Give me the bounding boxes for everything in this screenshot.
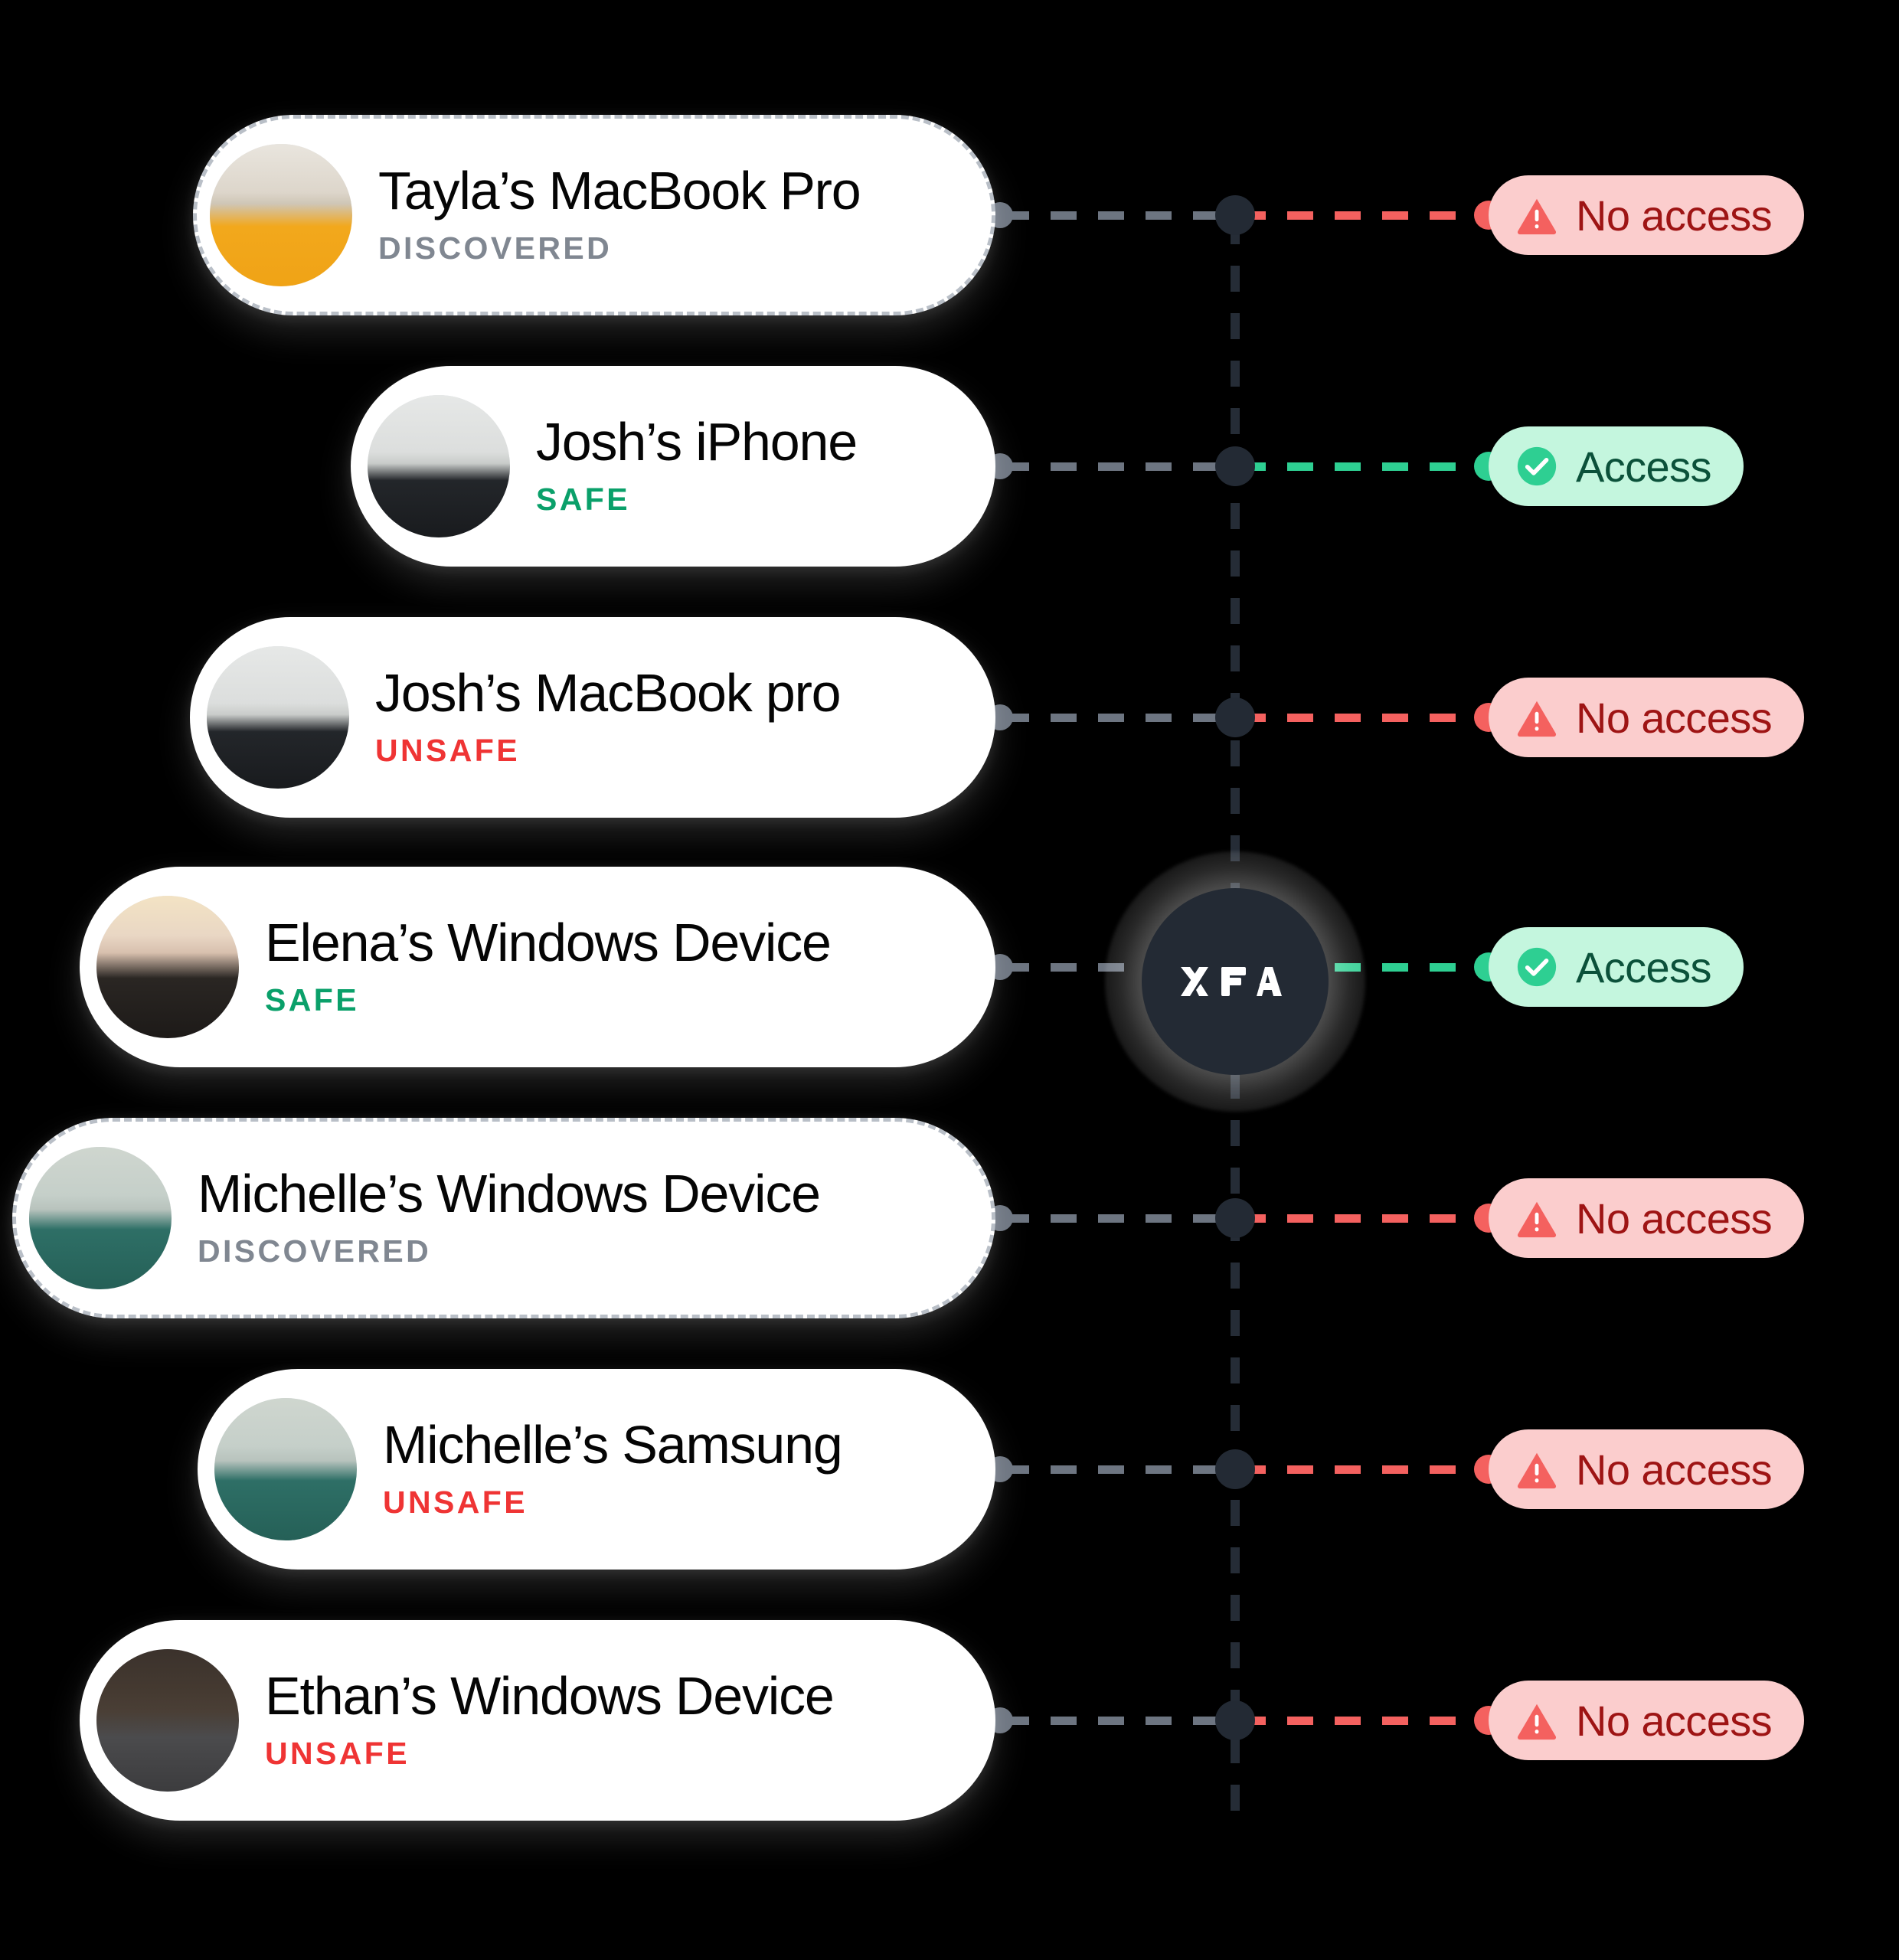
access-status-label: No access	[1576, 191, 1773, 240]
connector-line-hub-to-badge	[1240, 1465, 1489, 1474]
connector-node-dot	[1215, 697, 1255, 737]
connector-line-device-to-hub	[1003, 1465, 1235, 1474]
device-name: Elena’s Windows Device	[265, 912, 832, 972]
warning-triangle-icon	[1517, 701, 1557, 737]
avatar-tayla	[210, 144, 352, 286]
device-card-text: Josh’s MacBook pro UNSAFE	[349, 662, 871, 769]
warning-triangle-icon	[1517, 198, 1557, 235]
connector-node-dot	[1215, 1700, 1255, 1740]
device-name: Michelle’s Samsung	[383, 1414, 843, 1475]
hub-core	[1142, 888, 1329, 1075]
device-card-text: Josh’s iPhone SAFE	[510, 411, 887, 518]
device-card-text: Tayla’s MacBook Pro DISCOVERED	[352, 160, 891, 266]
device-card[interactable]: Michelle’s Windows Device DISCOVERED	[12, 1118, 995, 1318]
connector-line-hub-to-badge	[1240, 462, 1489, 471]
device-status-label: SAFE	[265, 982, 359, 1018]
connector-line-device-to-hub	[1003, 462, 1235, 471]
connector-node-dot	[1215, 195, 1255, 235]
connector-node-dot	[1215, 446, 1255, 486]
connector-line-hub-to-badge	[1240, 1717, 1489, 1725]
access-status-label: Access	[1576, 942, 1712, 991]
device-card[interactable]: Josh’s iPhone SAFE	[351, 366, 995, 567]
xfa-logo-icon	[1181, 967, 1282, 996]
device-status-label: UNSAFE	[383, 1485, 528, 1521]
device-card-text: Michelle’s Windows Device DISCOVERED	[172, 1163, 851, 1269]
avatar-ethan	[96, 1649, 239, 1792]
access-status-badge[interactable]: No access	[1489, 1178, 1805, 1258]
warning-triangle-icon	[1517, 1452, 1557, 1489]
avatar-josh	[368, 395, 510, 537]
connector-line-device-to-hub	[1003, 714, 1235, 722]
device-card[interactable]: Elena’s Windows Device SAFE	[80, 867, 995, 1067]
device-status-label: DISCOVERED	[198, 1233, 432, 1269]
access-status-badge[interactable]: No access	[1489, 175, 1805, 255]
avatar-michelle	[214, 1398, 357, 1540]
access-status-label: No access	[1576, 1194, 1773, 1243]
device-status-label: SAFE	[536, 482, 630, 518]
access-status-badge[interactable]: Access	[1489, 426, 1744, 506]
device-card-text: Elena’s Windows Device SAFE	[239, 912, 861, 1018]
device-name: Josh’s iPhone	[536, 411, 858, 472]
device-card[interactable]: Michelle’s Samsung UNSAFE	[198, 1369, 995, 1570]
access-status-label: No access	[1576, 1696, 1773, 1745]
device-name: Tayla’s MacBook Pro	[378, 160, 861, 220]
access-status-label: No access	[1576, 693, 1773, 742]
access-status-label: Access	[1576, 442, 1712, 491]
device-card[interactable]: Josh’s MacBook pro UNSAFE	[190, 617, 995, 818]
access-status-badge[interactable]: Access	[1489, 927, 1744, 1007]
access-status-badge[interactable]: No access	[1489, 1429, 1805, 1509]
access-status-badge[interactable]: No access	[1489, 678, 1805, 757]
avatar-elena	[96, 896, 239, 1038]
device-card[interactable]: Tayla’s MacBook Pro DISCOVERED	[193, 115, 995, 315]
device-name: Ethan’s Windows Device	[265, 1665, 835, 1726]
access-status-label: No access	[1576, 1445, 1773, 1494]
avatar-josh	[207, 646, 349, 789]
connector-line-device-to-hub	[1003, 1214, 1235, 1223]
connector-node-dot	[1215, 1198, 1255, 1238]
connector-line-hub-to-badge	[1240, 1214, 1489, 1223]
check-circle-icon	[1517, 947, 1557, 987]
device-status-label: DISCOVERED	[378, 230, 613, 266]
connector-line-device-to-hub	[1003, 211, 1235, 220]
xfa-hub[interactable]	[1105, 851, 1365, 1112]
warning-triangle-icon	[1517, 1201, 1557, 1238]
avatar-michelle	[29, 1147, 172, 1289]
connector-node-dot	[1215, 1449, 1255, 1489]
device-name: Josh’s MacBook pro	[375, 662, 842, 723]
check-circle-icon	[1517, 446, 1557, 486]
device-status-label: UNSAFE	[265, 1736, 410, 1772]
device-card-text: Michelle’s Samsung UNSAFE	[357, 1414, 873, 1521]
device-card[interactable]: Ethan’s Windows Device UNSAFE	[80, 1620, 995, 1821]
warning-triangle-icon	[1517, 1704, 1557, 1740]
access-status-badge[interactable]: No access	[1489, 1681, 1805, 1760]
device-status-label: UNSAFE	[375, 733, 520, 769]
connector-line-device-to-hub	[1003, 1717, 1235, 1725]
device-name: Michelle’s Windows Device	[198, 1163, 821, 1223]
connector-line-hub-to-badge	[1240, 211, 1489, 220]
device-card-text: Ethan’s Windows Device UNSAFE	[239, 1665, 865, 1772]
connector-line-hub-to-badge	[1240, 714, 1489, 722]
device-access-diagram: Tayla’s MacBook Pro DISCOVERED Josh’s iPho…	[0, 0, 1899, 1960]
